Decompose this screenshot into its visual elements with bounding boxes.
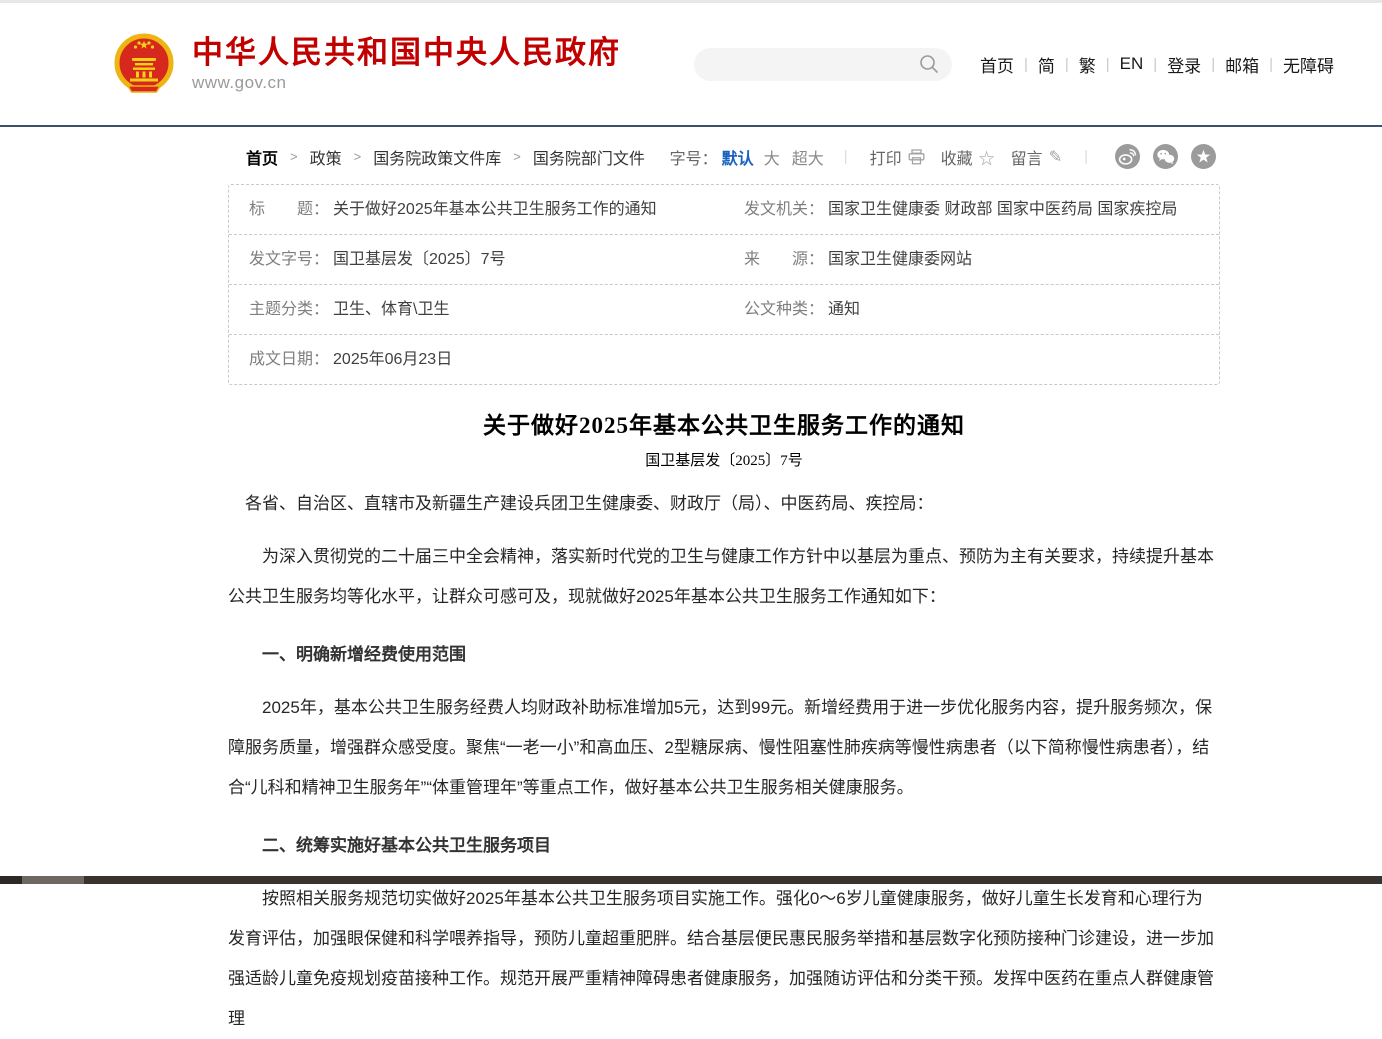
printer-icon (908, 149, 925, 165)
section-heading-2: 二、统筹实施好基本公共卫生服务项目 (228, 826, 1216, 866)
nav-traditional[interactable]: 繁 (1069, 52, 1106, 77)
breadcrumb-policy[interactable]: 政策 (310, 145, 342, 169)
font-size-label: 字号： (670, 145, 718, 169)
font-size-xlarge-button[interactable]: 超大 (792, 145, 824, 169)
comment-button[interactable]: 留言 ✎ (1011, 145, 1062, 169)
meta-value-doc-number: 国卫基层发〔2025〕7号 (333, 248, 506, 271)
top-nav: 首页| 简| 繁| EN| 登录| 邮箱| 无障碍 (970, 52, 1344, 77)
nav-simplified[interactable]: 简 (1028, 52, 1065, 77)
meta-value-date: 2025年06月23日 (333, 348, 452, 371)
horizontal-scrollbar[interactable] (0, 876, 1382, 884)
breadcrumb-department-documents[interactable]: 国务院部门文件 (533, 145, 645, 169)
site-title: 中华人民共和国中央人民政府 (192, 36, 621, 70)
nav-accessibility[interactable]: 无障碍 (1273, 52, 1344, 77)
meta-label-issuing-agency: 发文机关： (744, 198, 824, 221)
wechat-icon[interactable] (1153, 144, 1178, 169)
meta-row: 标 题： 关于做好2025年基本公共卫生服务工作的通知 发文机关： 国家卫生健康… (229, 185, 1219, 235)
national-emblem-logo (112, 32, 176, 96)
document-meta-table: 标 题： 关于做好2025年基本公共卫生服务工作的通知 发文机关： 国家卫生健康… (228, 184, 1220, 385)
meta-label-topic-category: 主题分类： (249, 298, 329, 321)
breadcrumb: 首页 > 政策 > 国务院政策文件库 > 国务院部门文件 (246, 145, 645, 169)
toolbar: 字号： 默认 大 超大 | 打印 收藏 (670, 144, 1216, 169)
brand[interactable]: 中华人民共和国中央人民政府 www.gov.cn (112, 32, 621, 96)
page: 中华人民共和国中央人民政府 www.gov.cn 首页| 简| 繁| EN| (0, 0, 1382, 1039)
nav-english[interactable]: EN (1110, 54, 1154, 74)
site-url: www.gov.cn (192, 73, 621, 93)
meta-value-source: 国家卫生健康委网站 (828, 248, 972, 271)
paragraph: 按照相关服务规范切实做好2025年基本公共卫生服务项目实施工作。强化0～6岁儿童… (228, 879, 1216, 1039)
breadcrumb-arrow-icon: > (513, 149, 521, 164)
breadcrumb-home[interactable]: 首页 (246, 145, 278, 169)
paragraph-salutation: 各省、自治区、直辖市及新疆生产建设兵团卫生健康委、财政厅（局）、中医药局、疾控局… (228, 484, 1216, 524)
site-header: 中华人民共和国中央人民政府 www.gov.cn 首页| 简| 繁| EN| (0, 3, 1382, 125)
meta-value-topic-category: 卫生、体育\卫生 (333, 298, 449, 321)
paragraph: 2025年，基本公共卫生服务经费人均财政补助标准增加5元，达到99元。新增经费用… (228, 688, 1216, 808)
header-right: 首页| 简| 繁| EN| 登录| 邮箱| 无障碍 (694, 48, 1344, 81)
section-heading-1: 一、明确新增经费使用范围 (228, 635, 1216, 675)
meta-value-title: 关于做好2025年基本公共卫生服务工作的通知 (333, 198, 657, 221)
favorite-button[interactable]: 收藏 ☆ (941, 145, 995, 169)
meta-label-date: 成文日期： (249, 348, 329, 371)
qzone-icon[interactable] (1191, 144, 1216, 169)
meta-label-doc-number: 发文字号： (249, 248, 329, 271)
weibo-icon[interactable] (1115, 144, 1140, 169)
nav-home[interactable]: 首页 (970, 52, 1024, 77)
print-button[interactable]: 打印 (870, 145, 925, 169)
meta-row: 主题分类： 卫生、体育\卫生 公文种类： 通知 (229, 285, 1219, 335)
meta-value-issuing-agency: 国家卫生健康委 财政部 国家中医药局 国家疾控局 (828, 198, 1177, 221)
search-input[interactable] (710, 55, 918, 74)
scrollbar-corner (0, 876, 22, 884)
search-icon[interactable] (918, 53, 940, 75)
brand-text: 中华人民共和国中央人民政府 www.gov.cn (192, 36, 621, 93)
nav-mail[interactable]: 邮箱 (1215, 52, 1269, 77)
meta-row: 成文日期： 2025年06月23日 (229, 335, 1219, 384)
nav-login[interactable]: 登录 (1157, 52, 1211, 77)
paragraph: 为深入贯彻党的二十届三中全会精神，落实新时代党的卫生与健康工作方针中以基层为重点… (228, 537, 1216, 617)
meta-label-doc-type: 公文种类： (744, 298, 824, 321)
breadcrumb-policy-library[interactable]: 国务院政策文件库 (373, 145, 501, 169)
breadcrumb-toolbar-row: 首页 > 政策 > 国务院政策文件库 > 国务院部门文件 字号： 默认 大 超大… (228, 127, 1220, 184)
main-content: 首页 > 政策 > 国务院政策文件库 > 国务院部门文件 字号： 默认 大 超大… (228, 127, 1220, 1039)
meta-label-source: 来 源： (744, 248, 824, 271)
search-box[interactable] (694, 48, 952, 81)
breadcrumb-arrow-icon: > (290, 149, 298, 164)
meta-label-title: 标 题： (249, 198, 329, 221)
star-icon: ☆ (979, 145, 995, 169)
meta-row: 发文字号： 国卫基层发〔2025〕7号 来 源： 国家卫生健康委网站 (229, 235, 1219, 285)
document-title: 关于做好2025年基本公共卫生服务工作的通知 (228, 406, 1220, 440)
breadcrumb-arrow-icon: > (354, 149, 362, 164)
pencil-icon: ✎ (1049, 147, 1062, 167)
font-size-large-button[interactable]: 大 (764, 145, 780, 169)
document-number: 国卫基层发〔2025〕7号 (228, 449, 1220, 470)
font-size-default-button[interactable]: 默认 (722, 145, 754, 169)
scrollbar-thumb[interactable] (22, 876, 84, 884)
document-body: 各省、自治区、直辖市及新疆生产建设兵团卫生健康委、财政厅（局）、中医药局、疾控局… (228, 484, 1220, 1039)
meta-value-doc-type: 通知 (828, 298, 860, 321)
